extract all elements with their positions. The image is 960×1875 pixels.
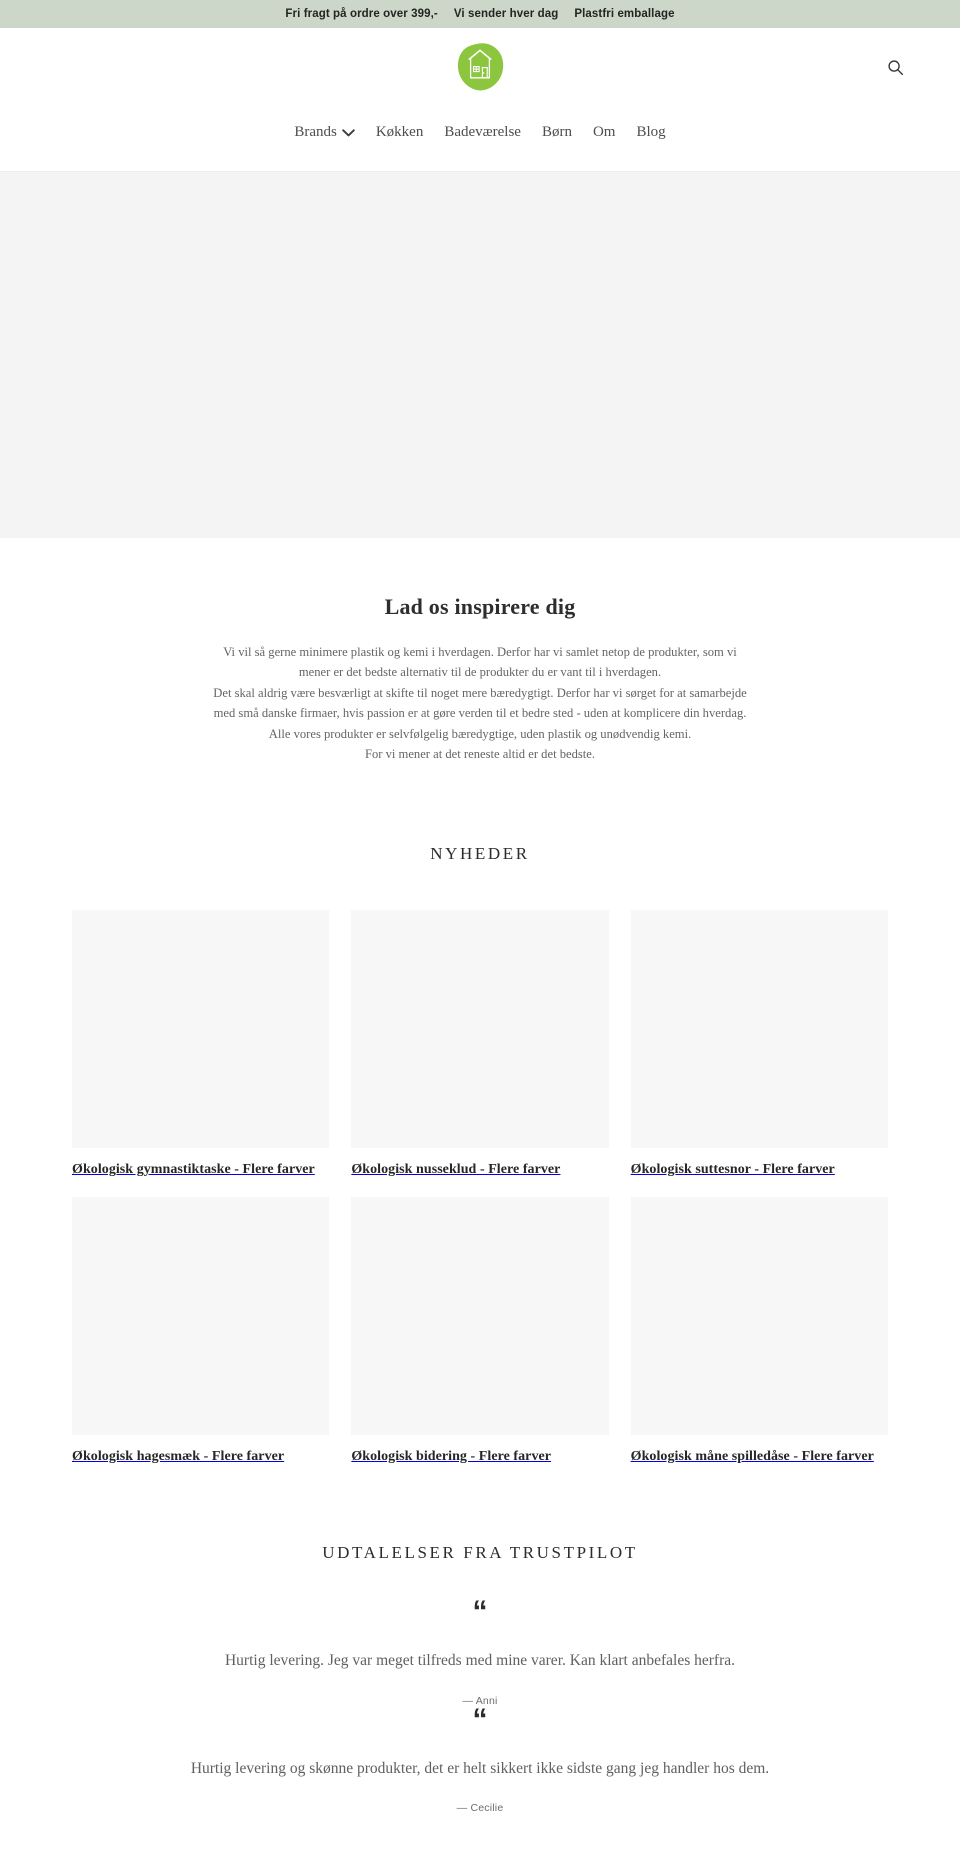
site-header: Brands Køkken Badeværelse Børn Om Blog	[0, 28, 960, 172]
announcement-item-packaging: Plastfri emballage	[574, 8, 675, 20]
product-image	[351, 910, 609, 1149]
inspire-paragraph-line-3: Alle vores produkter er selvfølgelig bær…	[268, 726, 692, 741]
chevron-down-icon	[342, 126, 355, 141]
site-logo[interactable]	[452, 42, 508, 98]
news-section-title: NYHEDER	[430, 844, 530, 864]
product-card[interactable]: Økologisk suttesnor - Flere farver	[630, 910, 888, 1179]
nav-item-om[interactable]: Om	[593, 125, 616, 140]
testimonial-item: “ Hurtig levering og skønne produkter, d…	[0, 1702, 960, 1814]
quote-icon: “	[472, 1595, 488, 1629]
testimonials-section: UDTALELSER FRA TRUSTPILOT “ Hurtig lever…	[0, 1543, 960, 1844]
product-card[interactable]: Økologisk hagesmæk - Flere farver	[72, 1196, 330, 1466]
search-button[interactable]	[882, 54, 908, 80]
testimonial-author: — Cecilie	[456, 1801, 504, 1814]
nav-item-badevaerelse[interactable]: Badeværelse	[444, 125, 521, 140]
product-title: Økologisk bidering - Flere farver	[351, 1448, 552, 1464]
quote-icon: “	[472, 1702, 488, 1736]
product-image	[351, 1196, 609, 1435]
nav-item-brands[interactable]: Brands	[294, 124, 355, 141]
nav-item-brands-label: Brands	[294, 124, 337, 140]
inspire-section: Lad os inspirere dig Vi vil så gerne min…	[0, 538, 960, 774]
search-icon	[887, 59, 903, 75]
product-title: Økologisk nusseklud - Flere farver	[351, 1162, 561, 1178]
testimonials-title: UDTALELSER FRA TRUSTPILOT	[322, 1543, 638, 1563]
nav-item-blog[interactable]: Blog	[636, 125, 665, 140]
testimonial-text: Hurtig levering. Jeg var meget tilfreds …	[224, 1652, 735, 1670]
product-title: Økologisk suttesnor - Flere farver	[630, 1162, 835, 1178]
testimonial-text: Hurtig levering og skønne produkter, det…	[190, 1759, 770, 1777]
product-image	[630, 910, 888, 1149]
product-card[interactable]: Økologisk måne spilledåse - Flere farver	[630, 1196, 888, 1466]
product-card[interactable]: Økologisk nusseklud - Flere farver	[351, 910, 609, 1179]
inspire-paragraph-line-1: Vi vil så gerne minimere plastik og kemi…	[223, 645, 737, 680]
product-grid: Økologisk gymnastiktaske - Flere farver …	[72, 910, 888, 1465]
inspire-paragraph: Vi vil så gerne minimere plastik og kemi…	[210, 642, 750, 764]
product-card[interactable]: Økologisk gymnastiktaske - Flere farver	[72, 910, 330, 1179]
product-image	[72, 1196, 330, 1435]
testimonial-item: “ Hurtig levering. Jeg var meget tilfred…	[0, 1563, 960, 1707]
inspire-title: Lad os inspirere dig	[384, 594, 576, 619]
product-title: Økologisk måne spilledåse - Flere farver	[630, 1448, 874, 1464]
main-navigation: Brands Køkken Badeværelse Børn Om Blog	[0, 124, 960, 141]
product-image	[72, 910, 330, 1149]
inspire-paragraph-line-4: For vi mener at det reneste altid er det…	[364, 746, 596, 761]
product-title: Økologisk hagesmæk - Flere farver	[72, 1448, 285, 1464]
nav-item-kokken[interactable]: Køkken	[376, 125, 424, 140]
nav-item-born[interactable]: Børn	[542, 125, 572, 140]
news-section: NYHEDER Økologisk gymnastiktaske - Flere…	[0, 844, 960, 1465]
product-card[interactable]: Økologisk bidering - Flere farver	[351, 1196, 609, 1466]
announcement-item-shipping: Fri fragt på ordre over 399,-	[285, 8, 438, 20]
product-title: Økologisk gymnastiktaske - Flere farver	[72, 1162, 315, 1178]
hero-banner[interactable]	[0, 172, 960, 538]
inspire-paragraph-line-2: Det skal aldrig være besværligt at skift…	[213, 685, 747, 721]
announcement-bar: Fri fragt på ordre over 399,- Vi sender …	[0, 0, 960, 28]
house-logo-icon	[457, 43, 504, 91]
announcement-item-dispatch: Vi sender hver dag	[453, 8, 559, 20]
product-image	[630, 1196, 888, 1435]
